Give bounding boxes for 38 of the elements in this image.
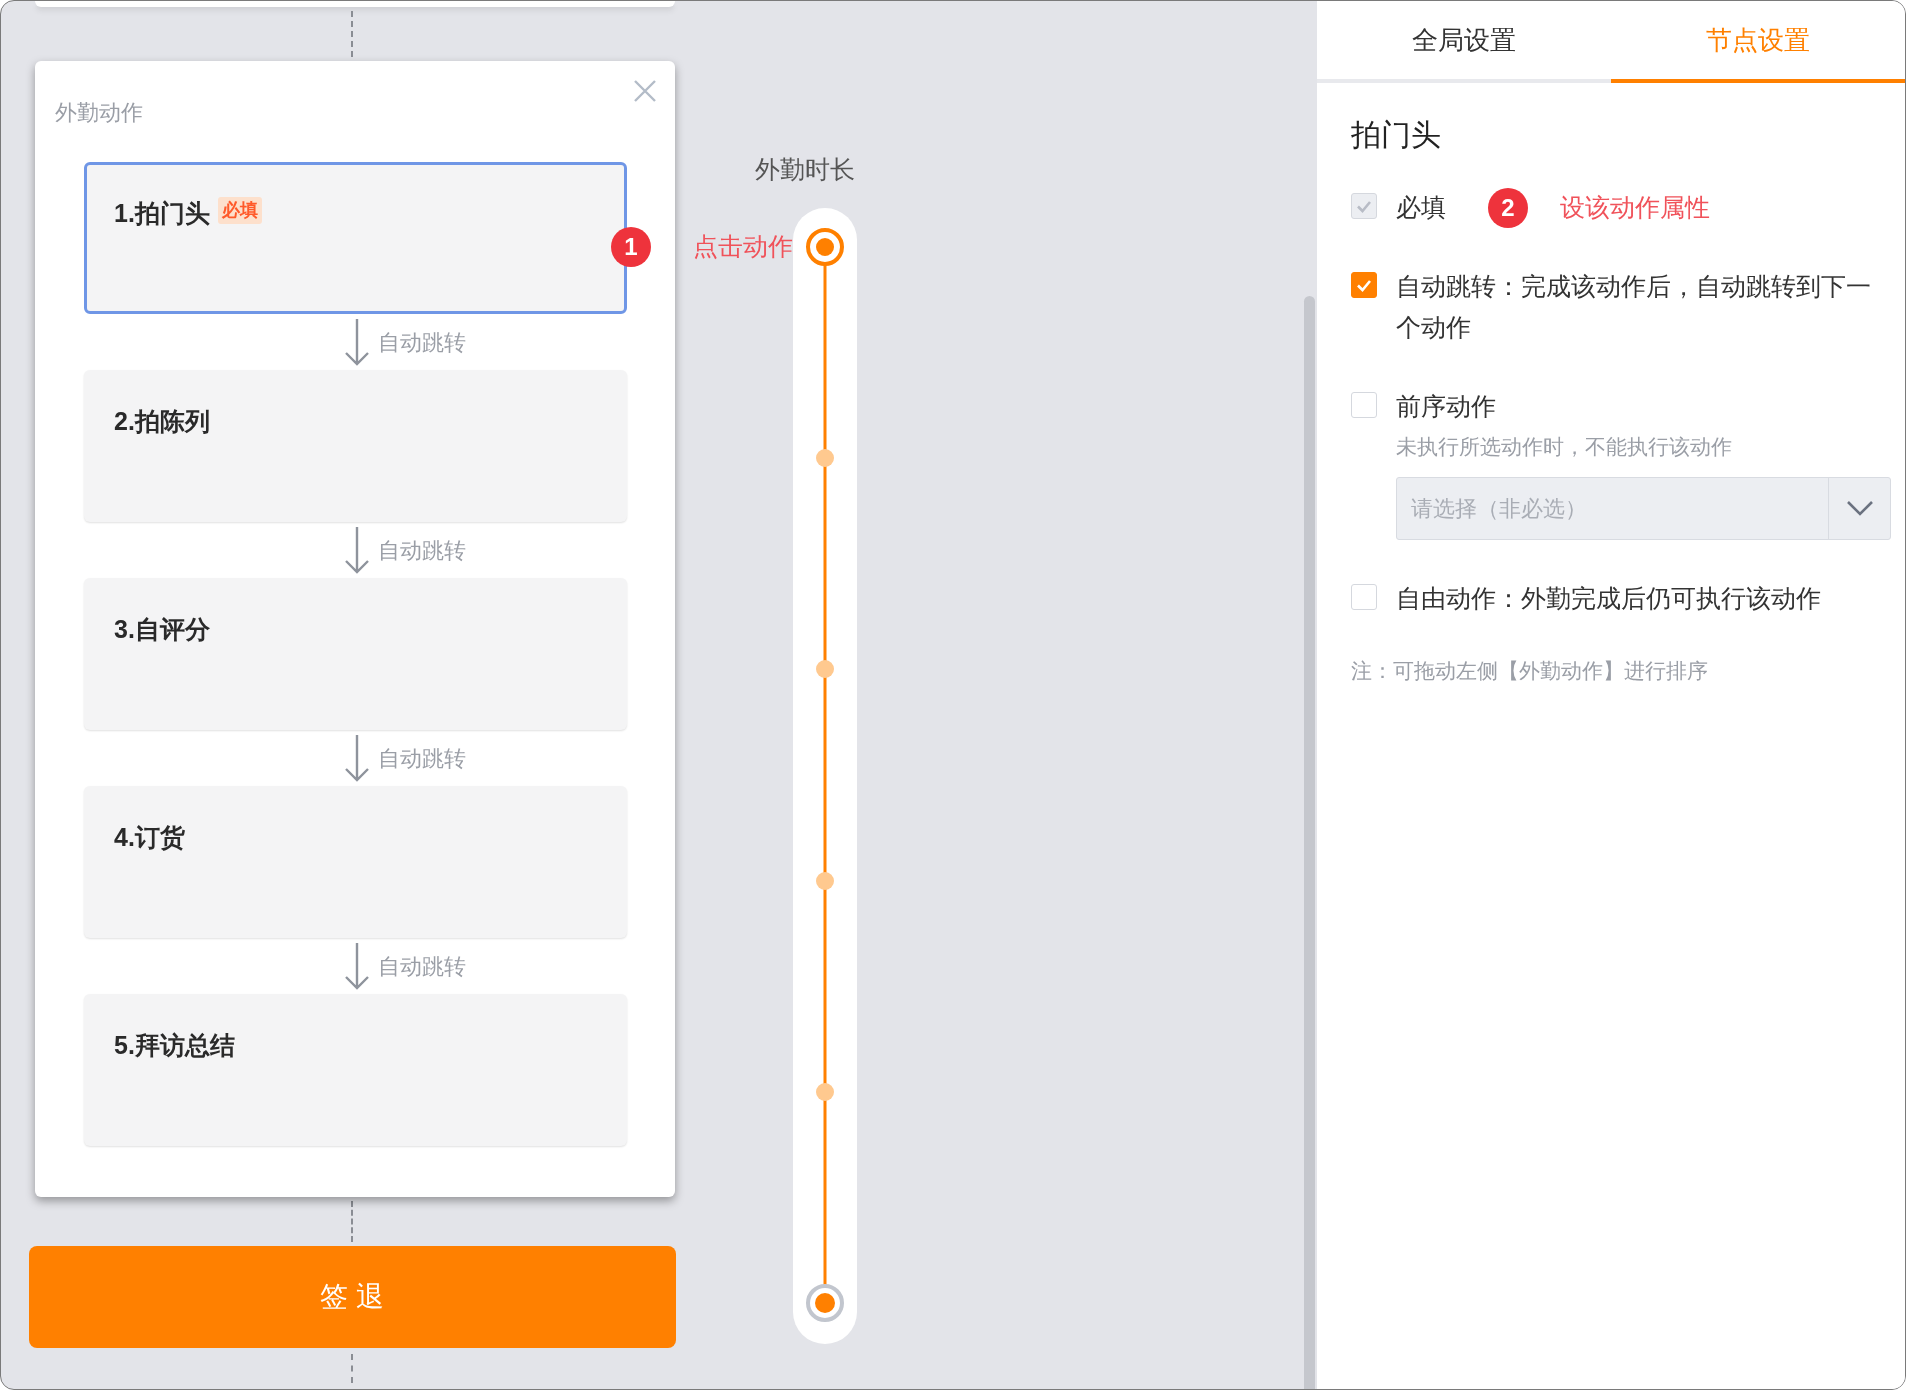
action-card[interactable]: 2.拍陈列 bbox=[84, 370, 627, 522]
action-title: 3.自评分 bbox=[114, 614, 210, 645]
chevron-down-icon bbox=[1845, 500, 1874, 516]
select-placeholder: 请选择（非必选） bbox=[1410, 494, 1588, 523]
note-text: 注：可拖动左侧【外勤动作】进行排序 bbox=[1351, 657, 1709, 684]
timeline-title: 外勤时长 bbox=[755, 154, 855, 185]
connector-label: 自动跳转 bbox=[378, 952, 466, 981]
node-title: 拍门头 bbox=[1351, 117, 1442, 153]
checkbox[interactable] bbox=[1351, 392, 1377, 418]
panel-title: 外勤动作 bbox=[55, 99, 144, 127]
action-title: 4.订货 bbox=[114, 822, 185, 853]
action-title: 1.拍门头 bbox=[114, 198, 210, 229]
action-card[interactable]: 5.拜访总结 bbox=[84, 994, 627, 1146]
connector-label: 自动跳转 bbox=[378, 744, 466, 773]
action-card[interactable]: 4.订货 bbox=[84, 786, 627, 938]
down-arrow-icon bbox=[344, 526, 370, 574]
action-title: 5.拜访总结 bbox=[114, 1030, 235, 1061]
option-label: 自动跳转：完成该动作后，自动跳转到下一个动作 bbox=[1396, 271, 1871, 343]
down-arrow-icon bbox=[344, 318, 370, 366]
callout-text: 设该动作属性 bbox=[1560, 191, 1710, 223]
settings-tab[interactable]: 全局设置 bbox=[1317, 1, 1611, 83]
option-hint: 未执行所选动作时，不能执行该动作 bbox=[1396, 434, 1733, 460]
scrollbar[interactable] bbox=[1304, 296, 1315, 1389]
action-card[interactable]: 3.自评分 bbox=[84, 578, 627, 730]
required-tag: 必填 bbox=[217, 197, 262, 224]
checkbox[interactable] bbox=[1351, 272, 1377, 298]
option-label: 自由动作：外勤完成后仍可执行该动作 bbox=[1396, 582, 1821, 614]
option-label: 必填 bbox=[1396, 192, 1446, 223]
callout-text: 点击动作 bbox=[693, 231, 793, 263]
close-icon[interactable] bbox=[633, 79, 657, 103]
down-arrow-icon bbox=[344, 734, 370, 782]
down-arrow-icon bbox=[344, 942, 370, 990]
action-title: 2.拍陈列 bbox=[114, 406, 210, 437]
step-number-badge: 2 bbox=[1488, 187, 1528, 228]
checkbox[interactable] bbox=[1351, 583, 1377, 610]
connector-label: 自动跳转 bbox=[378, 328, 466, 357]
connector-label: 自动跳转 bbox=[378, 536, 466, 565]
option-label: 前序动作 bbox=[1396, 391, 1496, 422]
